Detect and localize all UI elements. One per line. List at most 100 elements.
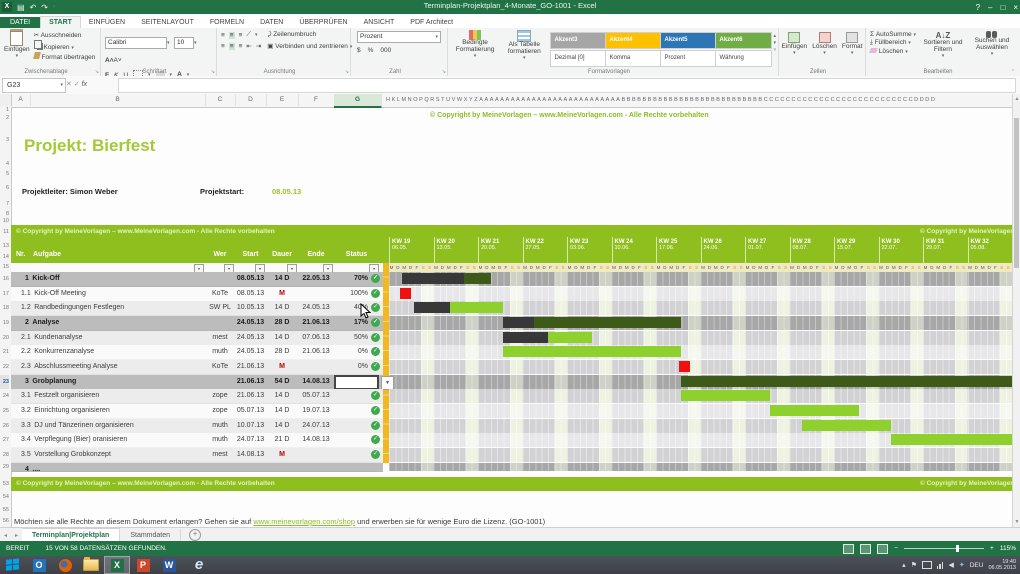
cell-dauer[interactable]: M <box>266 448 298 462</box>
task-row-left[interactable]: 3.1 Festzelt organisierenzope21.06.1314 … <box>11 389 383 404</box>
week-header-kw30[interactable]: KW 3022.07. <box>879 237 925 263</box>
cell-dauer[interactable]: 54 D <box>266 375 298 389</box>
format-painter-button[interactable]: Format übertragen <box>34 52 96 61</box>
column-header-C[interactable]: C <box>205 94 236 106</box>
row-number-53[interactable]: 53 <box>0 477 9 491</box>
increase-indent-icon[interactable]: ⇥ <box>256 42 261 50</box>
style-währung[interactable]: Währung <box>715 50 772 67</box>
cell-dauer[interactable]: M <box>266 360 298 374</box>
scroll-down-icon[interactable]: ▼ <box>1013 517 1020 527</box>
summary-bar[interactable] <box>402 273 491 284</box>
cell-wer[interactable]: muth <box>205 433 235 447</box>
gallery-up-icon[interactable]: ▴ <box>773 33 776 39</box>
cancel-icon[interactable]: ✕ <box>66 81 72 88</box>
cell-wer[interactable]: zope <box>205 404 235 418</box>
week-header-kw27[interactable]: KW 2701.07. <box>745 237 791 263</box>
format-cells-button[interactable]: Format▾ <box>842 32 863 56</box>
week-header-kw26[interactable]: KW 2624.06. <box>701 237 747 263</box>
gallery-more-icon[interactable]: ▿ <box>773 47 776 53</box>
gantt-lane[interactable] <box>389 404 1012 418</box>
cell-aufgabe[interactable]: 2 Analyse <box>25 316 205 330</box>
cell-wer[interactable]: zope <box>205 389 235 403</box>
dialog-launcher-icon[interactable]: ↘ <box>211 69 215 75</box>
paste-button[interactable]: Einfügen▾ <box>4 31 30 61</box>
shop-link[interactable]: www.meinevorlagen.com/shop <box>253 517 355 526</box>
style-prozent[interactable]: Prozent <box>660 50 717 67</box>
cell-dauer[interactable]: 14 D <box>266 389 298 403</box>
cell-ende[interactable]: 14.08.13 <box>298 433 334 447</box>
row-number-18[interactable]: 18 <box>0 301 9 316</box>
task-row-left[interactable]: 2 Analyse24.05.1328 D21.06.1317%✓ <box>11 316 383 331</box>
header-dauer[interactable]: Dauer <box>266 251 298 258</box>
cell-aufgabe[interactable]: 1 Kick-Off <box>25 272 205 286</box>
gantt-lane[interactable] <box>389 419 1012 433</box>
cell-dauer[interactable]: 14 D <box>266 301 298 315</box>
cell-aufgabe[interactable]: 4 .... <box>25 463 205 477</box>
namebox-dropdown-icon[interactable]: ▾ <box>60 79 63 92</box>
number-button-$[interactable]: $ <box>357 47 361 54</box>
cell-status[interactable]: 100% <box>329 287 368 301</box>
formula-input[interactable] <box>118 78 1016 93</box>
ribbon-tab-seitenlayout[interactable]: SEITENLAYOUT <box>133 17 202 28</box>
taskbar-ie[interactable]: e <box>182 556 216 574</box>
number-button-000[interactable]: 000 <box>380 47 391 54</box>
task-row-left[interactable]: 1.1 Kick-Off MeetingKoTe08.05.13M100%✓ <box>11 287 383 302</box>
selected-cell-g23[interactable] <box>334 375 379 390</box>
clock[interactable]: 19:4006.05.2013 <box>988 559 1016 572</box>
cell-start[interactable]: 10.07.13 <box>235 419 266 433</box>
format-as-table-button[interactable]: Als Tabelle formatieren▾ <box>502 30 546 67</box>
scroll-up-icon[interactable]: ▲ <box>1013 94 1020 104</box>
row-number-8[interactable]: 8 <box>0 211 9 218</box>
copy-button[interactable]: Kopieren ▾ <box>34 40 96 51</box>
insert-cells-button[interactable]: Einfügen▾ <box>782 32 808 56</box>
header-wer[interactable]: Wer <box>205 251 235 258</box>
gantt-bar[interactable] <box>681 390 770 401</box>
row-number-1[interactable]: 1 <box>0 107 9 114</box>
gantt-lane[interactable] <box>389 389 1012 403</box>
fill-button[interactable]: ⤓ Füllbereich ▾ <box>870 39 916 47</box>
cell-dauer[interactable]: 21 D <box>266 433 298 447</box>
cell-status[interactable]: 0% <box>329 360 368 374</box>
network-icon[interactable] <box>937 561 944 569</box>
gantt-lane[interactable] <box>389 448 1012 462</box>
header-nr[interactable]: Nr. <box>16 251 25 258</box>
cell-aufgabe[interactable]: 3.4 Verpflegung (Bier) oranisieren <box>21 433 201 447</box>
cell-dauer[interactable]: 28 D <box>266 316 298 330</box>
gantt-bar[interactable] <box>770 405 859 416</box>
font-family-select[interactable]: Calibri <box>105 37 167 49</box>
gantt-lane[interactable] <box>389 345 1012 359</box>
row-number-27[interactable]: 27 <box>0 433 9 448</box>
row-number-13[interactable]: 13 <box>0 240 9 252</box>
restore-button[interactable]: □ <box>1000 3 1005 12</box>
ribbon-tab-formeln[interactable]: FORMELN <box>202 17 252 28</box>
cell-wer[interactable]: SW PL <box>205 301 235 315</box>
gantt-lane[interactable] <box>389 360 1012 374</box>
cell-wer[interactable]: mest <box>205 448 235 462</box>
summary-bar[interactable] <box>503 317 681 328</box>
style-akzent3[interactable]: Akzent3 <box>550 32 607 49</box>
volume-icon[interactable]: ◀ <box>948 561 953 569</box>
zoom-slider-thumb[interactable] <box>956 545 959 552</box>
cell-dauer[interactable]: 28 D <box>266 345 298 359</box>
task-row-left[interactable]: 3.5 Vorstellung Grobkonzeptmest14.08.13M… <box>11 448 383 463</box>
align-right-icon[interactable]: ≡ <box>239 43 243 50</box>
zoom-slider[interactable] <box>904 548 984 549</box>
row-number-20[interactable]: 20 <box>0 331 9 346</box>
row-number-54[interactable]: 54 <box>0 491 9 504</box>
task-row-left[interactable]: 2.3 Abschlussmeeting AnalyseKoTe21.06.13… <box>11 360 383 375</box>
gantt-lane[interactable] <box>389 331 1012 345</box>
row-number-2[interactable]: 2 <box>0 114 9 123</box>
cell-aufgabe[interactable]: 3.2 Einrichtung organisieren <box>21 404 201 418</box>
cell-dauer[interactable]: M <box>266 287 298 301</box>
ribbon-tab-datei[interactable]: DATEI <box>0 17 40 28</box>
header-aufgabe[interactable]: Aufgabe <box>33 251 61 258</box>
merge-center-button[interactable]: ▣ Verbinden und zentrieren ▾ <box>267 42 352 50</box>
task-row-left[interactable]: 3 Grobplanung21.06.1354 D14.08.13 <box>11 375 383 390</box>
decrease-indent-icon[interactable]: ⇤ <box>246 42 251 50</box>
row-number-3[interactable]: 3 <box>0 123 9 158</box>
ribbon-tab-daten[interactable]: DATEN <box>252 17 291 28</box>
week-header-kw23[interactable]: KW 2303.06. <box>567 237 613 263</box>
wrap-text-button[interactable]: ⤸ Zeilenumbruch <box>267 31 316 39</box>
task-row-left[interactable]: 3.2 Einrichtung organisierenzope05.07.13… <box>11 404 383 419</box>
view-page-layout-icon[interactable] <box>860 544 871 554</box>
